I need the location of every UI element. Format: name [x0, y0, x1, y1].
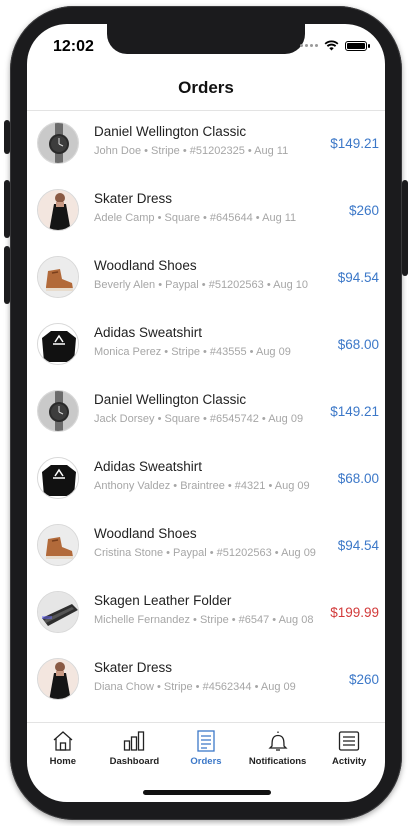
- order-product-name: Daniel Wellington Classic: [94, 124, 247, 139]
- tab-label: Dashboard: [109, 756, 160, 767]
- tab-home[interactable]: Home: [27, 723, 99, 775]
- order-row[interactable]: Daniel Wellington Classic Jack Dorsey • S…: [27, 378, 385, 445]
- orders-list: Daniel Wellington Classic John Doe • Stri…: [27, 110, 385, 713]
- order-product-name: Daniel Wellington Classic: [94, 392, 247, 407]
- order-row[interactable]: Adidas Sweatshirt Monica Perez • Stripe •…: [27, 311, 385, 378]
- product-thumbnail: [37, 457, 79, 499]
- tab-label: Orders: [190, 756, 222, 767]
- volume-down-button: [4, 246, 10, 304]
- menu-lines-icon: [313, 729, 385, 753]
- bell-icon: [242, 729, 314, 753]
- product-thumbnail: [37, 658, 79, 700]
- product-thumbnail: [37, 390, 79, 432]
- product-thumbnail: [37, 323, 79, 365]
- order-price: $94.54: [337, 270, 379, 285]
- order-price: $260: [348, 672, 379, 687]
- order-meta: Beverly Alen • Paypal • #51202563 • Aug …: [94, 279, 308, 291]
- status-time: 12:02: [53, 38, 94, 55]
- home-icon: [27, 729, 99, 753]
- home-indicator[interactable]: [143, 790, 271, 795]
- order-meta: Anthony Valdez • Braintree • #4321 • Aug…: [94, 480, 310, 492]
- notch: [107, 24, 305, 54]
- order-row[interactable]: Adidas Sweatshirt Anthony Valdez • Braint…: [27, 445, 385, 512]
- order-price: $68.00: [337, 337, 379, 352]
- product-thumbnail: [37, 256, 79, 298]
- order-product-name: Adidas Sweatshirt: [94, 459, 203, 474]
- product-thumbnail: [37, 189, 79, 231]
- order-row[interactable]: Skater Dress Adele Camp • Square • #64564…: [27, 177, 385, 244]
- product-thumbnail: [37, 122, 79, 164]
- order-row[interactable]: Skagen Leather Folder Michelle Fernandez …: [27, 579, 385, 646]
- tab-label: Notifications: [248, 756, 307, 767]
- order-product-name: Woodland Shoes: [94, 258, 197, 273]
- order-product-name: Adidas Sweatshirt: [94, 325, 203, 340]
- nav-header: Orders: [27, 74, 385, 111]
- product-thumbnail: [37, 591, 79, 633]
- order-price: $94.54: [337, 538, 379, 553]
- tab-bar: Home Dashboard Orders Notifications Activity: [27, 722, 385, 775]
- order-row[interactable]: Daniel Wellington Classic John Doe • Stri…: [27, 110, 385, 177]
- tab-label: Home: [49, 756, 76, 767]
- order-meta: Diana Chow • Stripe • #4562344 • Aug 09: [94, 681, 296, 693]
- order-product-name: Skater Dress: [94, 660, 173, 675]
- page-title: Orders: [178, 78, 234, 97]
- order-meta: John Doe • Stripe • #51202325 • Aug 11: [94, 145, 289, 157]
- power-button: [402, 180, 408, 276]
- tab-activity[interactable]: Activity: [313, 723, 385, 775]
- order-meta: Jack Dorsey • Square • #6545742 • Aug 09: [94, 413, 304, 425]
- order-price: $68.00: [337, 471, 379, 486]
- order-meta: Adele Camp • Square • #645644 • Aug 11: [94, 212, 297, 224]
- volume-up-button: [4, 180, 10, 238]
- order-meta: Michelle Fernandez • Stripe • #6547 • Au…: [94, 614, 314, 626]
- order-price: $260: [348, 203, 379, 218]
- screen: 12:02 Orders Daniel Wellington Classic Jo…: [27, 24, 385, 802]
- order-product-name: Skagen Leather Folder: [94, 593, 232, 608]
- order-price: $149.21: [330, 404, 379, 419]
- order-meta: Cristina Stone • Paypal • #51202563 • Au…: [94, 547, 316, 559]
- order-meta: Monica Perez • Stripe • #43555 • Aug 09: [94, 346, 291, 358]
- order-row[interactable]: Woodland Shoes Beverly Alen • Paypal • #5…: [27, 244, 385, 311]
- tab-orders[interactable]: Orders: [170, 723, 242, 775]
- mute-switch: [4, 120, 10, 154]
- order-row[interactable]: Skater Dress Diana Chow • Stripe • #45623…: [27, 646, 385, 713]
- product-thumbnail: [37, 524, 79, 566]
- tab-notifications[interactable]: Notifications: [242, 723, 314, 775]
- bar-chart-icon: [99, 729, 171, 753]
- signal-icon: [300, 44, 318, 47]
- tab-dashboard[interactable]: Dashboard: [99, 723, 171, 775]
- order-product-name: Woodland Shoes: [94, 526, 197, 541]
- list-document-icon: [170, 729, 242, 753]
- order-product-name: Skater Dress: [94, 191, 173, 206]
- order-row[interactable]: Woodland Shoes Cristina Stone • Paypal • …: [27, 512, 385, 579]
- order-price: $199.99: [330, 605, 379, 620]
- order-price: $149.21: [330, 136, 379, 151]
- battery-icon: [345, 40, 370, 51]
- wifi-icon: [324, 40, 339, 51]
- tab-label: Activity: [332, 756, 367, 767]
- status-indicators: [300, 40, 370, 51]
